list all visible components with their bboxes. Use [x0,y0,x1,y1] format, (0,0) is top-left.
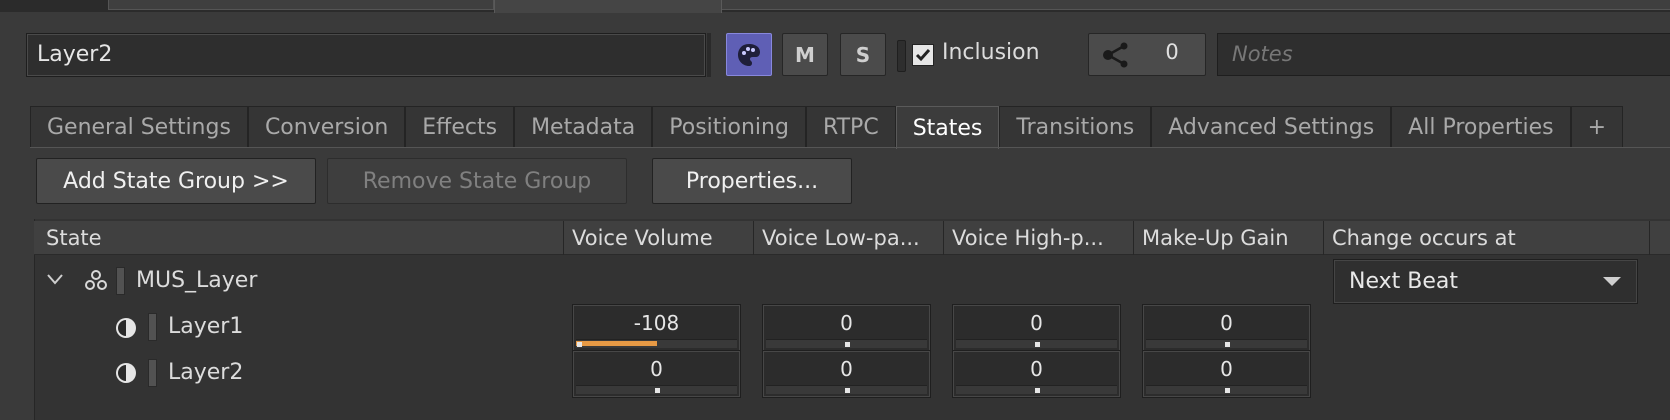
color-palette-button[interactable] [726,33,772,76]
column-header-change-occurs-at[interactable]: Change occurs at [1324,221,1650,255]
state-icon [116,363,136,383]
slider-thumb[interactable] [577,342,582,347]
tab-rtpc[interactable]: RTPC [805,106,896,147]
state-group-name: MUS_Layer [136,268,258,293]
voice-lowpass-slider[interactable]: 0 [762,304,931,352]
tab-transitions[interactable]: Transitions [999,106,1152,147]
slider-value: 0 [840,357,853,381]
slider-thumb[interactable] [1035,388,1040,393]
tab-metadata[interactable]: Metadata [514,106,653,147]
slider-value: 0 [1220,311,1233,335]
state-group-icon [85,270,107,290]
column-header-state[interactable]: State [38,221,564,255]
makeup-gain-slider[interactable]: 0 [1142,350,1311,398]
slider-track[interactable] [576,339,737,348]
slider-fill [576,341,657,346]
slider-track[interactable] [576,385,737,394]
slider-track[interactable] [1146,339,1307,348]
slider-value: 0 [1030,311,1043,335]
tab-positioning[interactable]: Positioning [652,106,806,147]
tab-states[interactable]: States [895,106,1000,149]
slider-track[interactable] [956,339,1117,348]
tab-divider [30,147,1670,148]
slider-track[interactable] [766,339,927,348]
voice-highpass-slider[interactable]: 0 [952,304,1121,352]
voice-highpass-slider[interactable]: 0 [952,350,1121,398]
state-name: Layer1 [168,314,244,339]
group-color-swatch[interactable] [116,267,125,295]
name-field-grip [707,33,711,77]
remove-state-group-button[interactable]: Remove State Group [327,158,627,204]
mute-button[interactable]: M [782,33,828,76]
inclusion-checkbox[interactable] [912,44,934,66]
voice-lowpass-slider[interactable]: 0 [762,350,931,398]
slider-thumb[interactable] [655,388,660,393]
dropdown-arrow-icon [1603,277,1621,286]
slider-value: 0 [1220,357,1233,381]
state-name: Layer2 [168,360,244,385]
state-color-swatch[interactable] [148,313,157,341]
tab-conversion[interactable]: Conversion [247,106,406,147]
slider-value: 0 [650,357,663,381]
tab-advanced-settings[interactable]: Advanced Settings [1151,106,1392,147]
inclusion-label: Inclusion [942,40,1040,65]
change-occurs-at-dropdown[interactable]: Next Beat [1333,259,1638,304]
slider-thumb[interactable] [1225,342,1230,347]
column-header-voice-volume[interactable]: Voice Volume [564,221,754,255]
add-state-group-button[interactable]: Add State Group >> [36,158,316,204]
top-tab-left[interactable] [108,0,494,10]
notes-field[interactable]: Notes [1217,33,1670,76]
slider-track[interactable] [956,385,1117,394]
slider-thumb[interactable] [1225,388,1230,393]
column-header-voice-lowpass[interactable]: Voice Low-pa... [754,221,944,255]
voice-volume-slider[interactable]: -108 [572,304,741,352]
properties-button[interactable]: Properties... [652,158,852,204]
state-color-swatch[interactable] [148,359,157,387]
slider-value: 0 [840,311,853,335]
slider-value: -108 [633,311,680,335]
slider-thumb[interactable] [845,342,850,347]
layer-name-field[interactable]: Layer2 [26,33,706,77]
property-tabs: General Settings Conversion Effects Meta… [30,106,1624,149]
solo-button[interactable]: S [840,33,886,76]
checkbox-checked-icon [915,49,931,62]
slider-thumb[interactable] [845,388,850,393]
voice-volume-slider[interactable]: 0 [572,350,741,398]
top-tab-right[interactable] [722,0,1670,10]
makeup-gain-slider[interactable]: 0 [1142,304,1311,352]
slider-value: 0 [1030,357,1043,381]
separator-handle [897,40,906,72]
share-icon [1103,42,1128,68]
tab-general-settings[interactable]: General Settings [30,106,248,147]
tab-effects[interactable]: Effects [405,106,515,147]
column-header-voice-highpass[interactable]: Voice High-p... [944,221,1134,255]
column-header-makeup-gain[interactable]: Make-Up Gain [1134,221,1324,255]
slider-thumb[interactable] [1035,342,1040,347]
tab-all-properties[interactable]: All Properties [1391,106,1571,147]
state-icon [116,318,136,338]
references-count: 0 [1165,40,1179,64]
top-tab-active[interactable] [494,0,722,13]
tab-add[interactable]: + [1570,106,1624,147]
slider-track[interactable] [1146,385,1307,394]
chevron-down-icon[interactable] [46,270,64,288]
slider-track[interactable] [766,385,927,394]
palette-icon [738,43,760,66]
